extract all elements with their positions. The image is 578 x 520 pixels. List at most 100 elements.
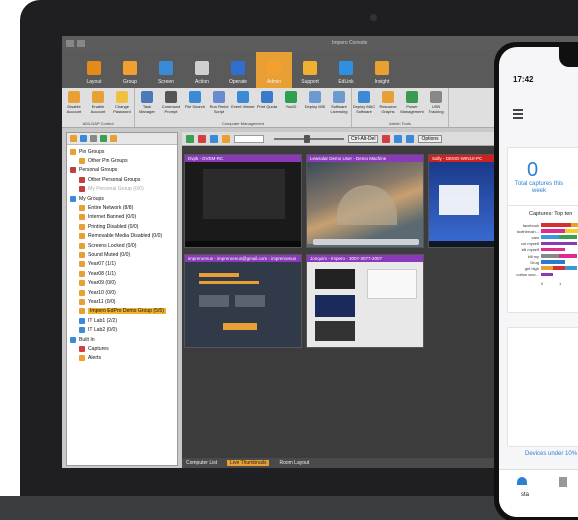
tab-screen[interactable]: Screen [148,52,184,88]
tree-item[interactable]: Year08 (1/1) [67,269,177,278]
tree-item[interactable]: Other Personal Groups [67,175,177,184]
tree-item[interactable]: IT Lab1 (2/2) [67,316,177,325]
thumbnail-1[interactable]: Dvpk - DVEM-RC [184,154,302,248]
deploy-mac-software-button[interactable]: Deploy MAC Software [352,88,376,121]
tree-item[interactable]: Year07 (1/1) [67,260,177,269]
tab-live-thumbnails[interactable]: Live Thumbnails [227,460,270,466]
chart-bar[interactable] [565,229,578,233]
group-icon [79,251,85,258]
tab-layout[interactable]: Layout [76,52,112,88]
tree-item[interactable]: Impero EdPro Demo Group (5/5) [67,307,177,316]
chart-bar[interactable] [553,266,565,270]
thumbnail-2[interactable]: Lewsolar Demo User - Demo Machine [306,154,424,248]
screen-icon[interactable] [394,134,403,143]
video-tile [315,269,355,289]
tab-support[interactable]: Support [292,52,328,88]
search-input[interactable] [234,134,264,143]
file-search-button[interactable]: File Search [183,88,207,121]
tab-group[interactable]: Group [112,52,148,88]
chart-bar[interactable] [541,241,577,246]
edit-group-icon[interactable] [80,135,87,142]
tree-item[interactable]: Printing Disabled (0/0) [67,222,177,231]
enable-account-button[interactable]: Enable Account [86,88,110,121]
close-icon[interactable] [198,134,206,143]
tab-room-layout[interactable]: Room Layout [279,460,309,466]
tree-item[interactable]: Screens Locked (0/0) [67,241,177,250]
tree-item[interactable]: IT Lab2 (0/0) [67,325,177,334]
tree-item[interactable]: Year11 (0/0) [67,297,177,306]
chart-title: Captures: Top ten [529,211,573,217]
usb-tracking-button[interactable]: USB Tracking [424,88,448,121]
tab-admin[interactable]: Admin [256,52,292,88]
refresh-icon[interactable] [100,135,107,142]
tab-edlink[interactable]: EdLink [328,52,364,88]
tree-item[interactable]: Entire Network (8/8) [67,203,177,212]
youid-button[interactable]: YouID [279,88,303,121]
lock-icon[interactable] [210,134,218,143]
menu-icon[interactable] [513,109,523,121]
task-manager-button[interactable]: Task Manager [135,88,159,121]
power-management-button[interactable]: Power Management [400,88,424,121]
chart-bar[interactable] [541,235,559,239]
home-icon[interactable] [517,477,527,485]
change-password-button[interactable]: Change Password [110,88,134,121]
software-licensing-button[interactable]: Software Licensing [327,88,351,121]
tree-item[interactable]: Pin Groups [67,147,177,156]
tree-item[interactable]: Sound Muted (0/0) [67,250,177,259]
chart-bar[interactable] [559,235,577,239]
ribbon-group-caption: Admin Tools [389,121,411,126]
filter-icon[interactable] [222,134,230,143]
options-button[interactable]: Options [418,134,442,143]
filter-icon[interactable] [110,135,117,142]
chart-bar[interactable] [541,272,553,277]
settings-icon[interactable] [406,134,415,143]
tree-item[interactable]: My Personal Group (0/0) [67,185,177,194]
tab-operate[interactable]: Operate [220,52,256,88]
add-group-icon[interactable] [70,135,77,142]
select-icon[interactable] [186,134,194,143]
tree-item[interactable]: Alerts [67,354,177,363]
thumbnail-4[interactable]: impreroenus - impreroenus@gmail.com - im… [184,254,302,348]
tree-item[interactable]: Other Pin Groups [67,156,177,165]
tree-item[interactable]: Built In [67,335,177,344]
delete-group-icon[interactable] [90,135,97,142]
tree-item[interactable]: Year09 (0/0) [67,278,177,287]
event-viewer-button[interactable]: Event Viewer [231,88,255,121]
tree-item-label: Printing Disabled (0/0) [88,223,139,230]
quick-access-icon[interactable] [77,39,85,47]
chart-bar[interactable] [541,229,565,233]
quick-access-icon[interactable] [66,39,74,47]
deploy-msi-button[interactable]: Deploy MSI [303,88,327,121]
ctrl-alt-del-button[interactable]: Ctrl-Alt-Del [348,134,379,143]
record-icon[interactable] [382,134,391,143]
tree-item[interactable]: Personal Groups [67,166,177,175]
disable-account-button[interactable]: Disable Account [62,88,86,121]
tree-item[interactable]: Removable Media Disabled (0/0) [67,232,177,241]
tree-item-label: Alerts [88,355,102,362]
chart-bar[interactable] [565,266,577,270]
ribbon-group: Disable Account Enable Account Change Pass… [62,88,135,127]
chart-bar[interactable] [541,260,565,264]
building-icon[interactable] [559,477,567,487]
chart-bar[interactable] [541,223,571,227]
tree-item-label: My Personal Group (0/0) [88,186,144,193]
tree-item[interactable]: Year10 (0/0) [67,288,177,297]
chart-bar[interactable] [559,254,577,258]
tree-item[interactable]: Captures [67,344,177,353]
chart-bar[interactable] [541,247,565,252]
tab-action[interactable]: Action [184,52,220,88]
chart-bar[interactable] [541,266,553,270]
tab-insight[interactable]: Insight [364,52,400,88]
chart-bar[interactable] [571,223,578,227]
command-prompt-button[interactable]: Command Prompt [159,88,183,121]
tree-item-label: Year09 (0/0) [88,280,116,287]
print-quota-button[interactable]: Print Quota [255,88,279,121]
resource-graphs-button[interactable]: Resource Graphs [376,88,400,121]
zoom-slider[interactable] [274,134,344,143]
tab-computer-list[interactable]: Computer List [186,460,217,466]
thumbnail-5[interactable]: Jonquim - Impero - 3007-3077-2007 [306,254,424,348]
chart-bar[interactable] [541,254,559,258]
run-rmtcl-script-button[interactable]: Run Rmtcl Script [207,88,231,121]
tree-item[interactable]: My Groups [67,194,177,203]
tree-item[interactable]: Internet Banned (0/0) [67,213,177,222]
